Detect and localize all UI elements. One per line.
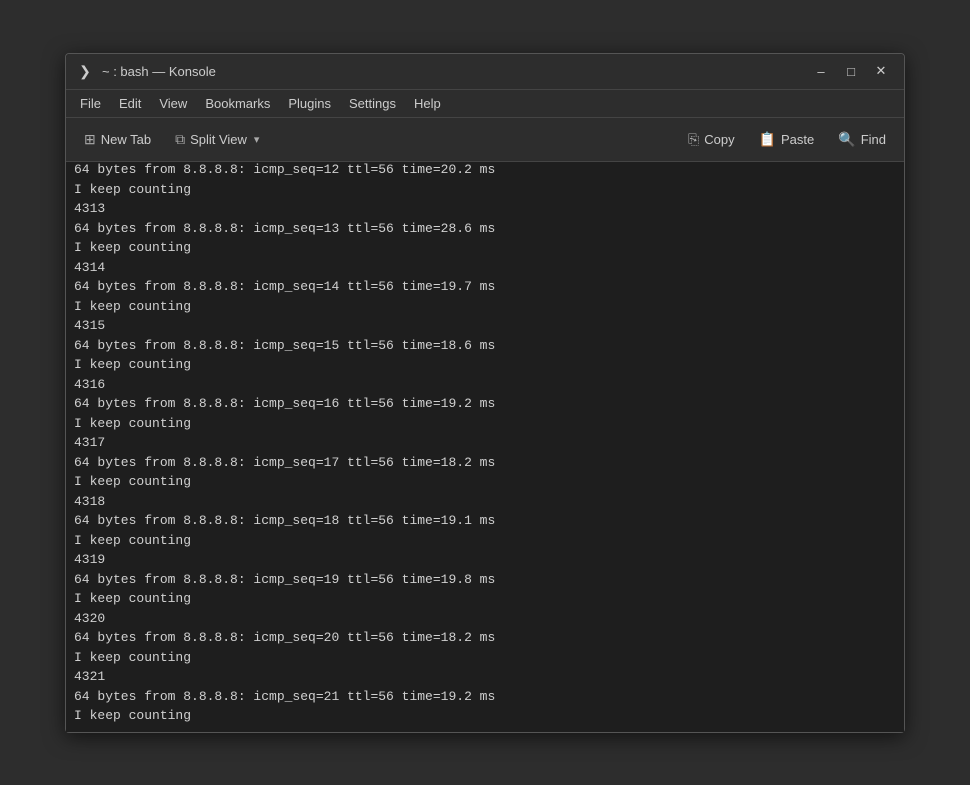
terminal-line: 4315	[74, 316, 896, 336]
terminal-line: I keep counting	[74, 297, 896, 317]
terminal-line: 4318	[74, 492, 896, 512]
toolbar: ⊞ New Tab ⧉ Split View ▾ ⎘ Copy 📋 Paste …	[66, 118, 904, 162]
paste-label: Paste	[781, 132, 814, 147]
terminal-line: I keep counting	[74, 648, 896, 668]
split-view-icon: ⧉	[175, 131, 185, 148]
new-tab-button[interactable]: ⊞ New Tab	[74, 127, 161, 152]
find-button[interactable]: 🔍 Find	[828, 127, 896, 152]
terminal-line: I keep counting	[74, 414, 896, 434]
terminal-line: 4320	[74, 609, 896, 629]
terminal-line: I keep counting	[74, 180, 896, 200]
menu-file[interactable]: File	[72, 94, 109, 113]
menu-bar: File Edit View Bookmarks Plugins Setting…	[66, 90, 904, 118]
terminal-line: 64 bytes from 8.8.8.8: icmp_seq=16 ttl=5…	[74, 394, 896, 414]
terminal-line: 64 bytes from 8.8.8.8: icmp_seq=17 ttl=5…	[74, 453, 896, 473]
konsole-window: ❯ ~ : bash — Konsole – □ ✕ File Edit Vie…	[65, 53, 905, 733]
terminal-line: 64 bytes from 8.8.8.8: icmp_seq=18 ttl=5…	[74, 511, 896, 531]
menu-edit[interactable]: Edit	[111, 94, 149, 113]
menu-view[interactable]: View	[151, 94, 195, 113]
title-bar-right: – □ ✕	[808, 60, 894, 82]
menu-help[interactable]: Help	[406, 94, 449, 113]
close-button[interactable]: ✕	[868, 60, 894, 82]
find-label: Find	[861, 132, 886, 147]
terminal-line: I keep counting	[74, 589, 896, 609]
paste-button[interactable]: 📋 Paste	[749, 127, 825, 152]
terminal-line: I keep counting	[74, 238, 896, 258]
minimize-button[interactable]: –	[808, 60, 834, 82]
maximize-button[interactable]: □	[838, 60, 864, 82]
copy-button[interactable]: ⎘ Copy	[678, 127, 745, 152]
title-bar-left: ❯ ~ : bash — Konsole	[76, 62, 216, 80]
terminal-line: 64 bytes from 8.8.8.8: icmp_seq=14 ttl=5…	[74, 277, 896, 297]
terminal-line: 4321	[74, 667, 896, 687]
terminal-line: I keep counting	[74, 706, 896, 726]
title-bar: ❯ ~ : bash — Konsole – □ ✕	[66, 54, 904, 90]
terminal-line: 4314	[74, 258, 896, 278]
terminal-line: 64 bytes from 8.8.8.8: icmp_seq=12 ttl=5…	[74, 162, 896, 180]
search-icon: 🔍	[838, 131, 855, 148]
terminal-line: 4316	[74, 375, 896, 395]
terminal-line: 64 bytes from 8.8.8.8: icmp_seq=20 ttl=5…	[74, 628, 896, 648]
chevron-down-icon: ▾	[254, 133, 260, 146]
terminal-area: 64 bytes from 8.8.8.8: icmp_seq=11 ttl=5…	[66, 162, 904, 732]
terminal-icon: ❯	[76, 62, 94, 80]
new-tab-icon: ⊞	[84, 131, 96, 148]
terminal-line: I keep counting	[74, 472, 896, 492]
terminal-line: 64 bytes from 8.8.8.8: icmp_seq=21 ttl=5…	[74, 687, 896, 707]
menu-settings[interactable]: Settings	[341, 94, 404, 113]
terminal-line: 4319	[74, 550, 896, 570]
split-view-label: Split View	[190, 132, 247, 147]
menu-plugins[interactable]: Plugins	[280, 94, 339, 113]
terminal-line: I keep counting	[74, 531, 896, 551]
paste-icon: 📋	[759, 131, 776, 148]
terminal-line: 4313	[74, 199, 896, 219]
split-view-button[interactable]: ⧉ Split View ▾	[165, 127, 269, 152]
terminal-output[interactable]: 64 bytes from 8.8.8.8: icmp_seq=11 ttl=5…	[66, 162, 904, 732]
terminal-line: 4317	[74, 433, 896, 453]
terminal-line: 64 bytes from 8.8.8.8: icmp_seq=19 ttl=5…	[74, 570, 896, 590]
terminal-line: I keep counting	[74, 355, 896, 375]
menu-bookmarks[interactable]: Bookmarks	[197, 94, 278, 113]
new-tab-label: New Tab	[101, 132, 151, 147]
window-title: ~ : bash — Konsole	[102, 64, 216, 79]
terminal-line: 64 bytes from 8.8.8.8: icmp_seq=13 ttl=5…	[74, 219, 896, 239]
terminal-line: 64 bytes from 8.8.8.8: icmp_seq=15 ttl=5…	[74, 336, 896, 356]
copy-label: Copy	[704, 132, 734, 147]
copy-icon: ⎘	[688, 131, 699, 148]
